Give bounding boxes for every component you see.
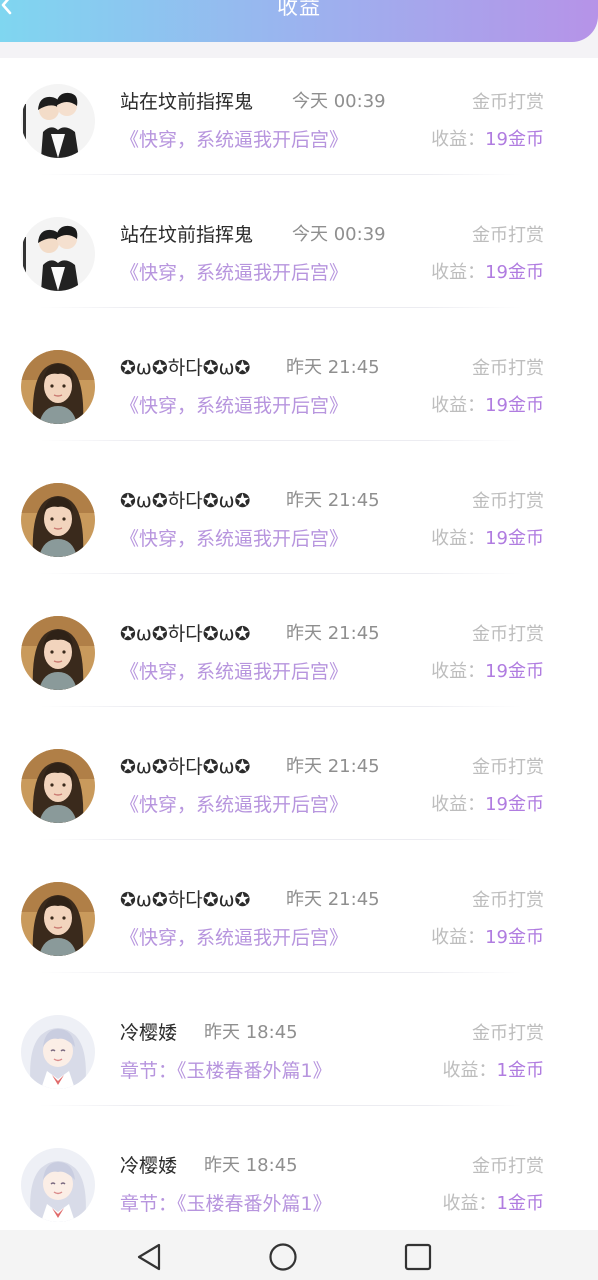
page-title: 收益 [277, 0, 321, 19]
user-name: 冷樱婑 [120, 1155, 178, 1177]
book-title-link[interactable]: 章节：《玉楼春番外篇1》 [120, 1058, 332, 1084]
avatar[interactable] [21, 217, 95, 291]
earnings-label: 收益： [431, 395, 486, 416]
earnings-value: 19金币 [485, 262, 544, 283]
avatar[interactable] [21, 1015, 95, 1089]
user-name: ✪ω✪하다✪ω✪ [120, 490, 251, 512]
system-nav-bar [0, 1230, 598, 1280]
book-title-link[interactable]: 《快穿，系统逼我开后宫》 [120, 393, 348, 419]
square-recents-icon[interactable] [403, 1242, 433, 1272]
list-item[interactable]: 冷樱婑 昨天 18:45 金币打赏章节：《玉楼春番外篇1》 收益：1金币 [0, 973, 598, 1106]
earnings-value: 19金币 [485, 927, 544, 948]
earnings: 收益：19金币 [431, 925, 544, 951]
earnings: 收益：1金币 [443, 1191, 544, 1217]
user-name: ✪ω✪하다✪ω✪ [120, 889, 251, 911]
user-name: ✪ω✪하다✪ω✪ [120, 756, 251, 778]
earnings-value: 19金币 [485, 661, 544, 682]
list-item[interactable]: 冷樱婑 昨天 18:45 金币打赏章节：《玉楼春番外篇1》 收益：1金币 [0, 1106, 598, 1230]
circle-home-icon[interactable] [268, 1242, 298, 1272]
timestamp: 昨天 21:45 [286, 490, 380, 511]
reward-type: 金币打赏 [472, 225, 544, 246]
timestamp: 昨天 21:45 [286, 357, 380, 378]
reward-type: 金币打赏 [472, 491, 544, 512]
earnings-value: 19金币 [485, 129, 544, 150]
avatar[interactable] [21, 1148, 95, 1222]
earnings: 收益：19金币 [431, 127, 544, 153]
timestamp: 今天 00:39 [292, 91, 386, 112]
list-item[interactable]: ✪ω✪하다✪ω✪ 昨天 21:45 金币打赏《快穿，系统逼我开后宫》 收益：19金币 [0, 574, 598, 707]
book-title-link[interactable]: 《快穿，系统逼我开后宫》 [120, 260, 348, 286]
reward-type: 金币打赏 [472, 92, 544, 113]
reward-type: 金币打赏 [472, 358, 544, 379]
book-title-link[interactable]: 《快穿，系统逼我开后宫》 [120, 925, 348, 951]
book-title-link[interactable]: 《快穿，系统逼我开后宫》 [120, 659, 348, 685]
timestamp: 昨天 21:45 [286, 756, 380, 777]
timestamp: 昨天 21:45 [286, 623, 380, 644]
triangle-back-icon[interactable] [134, 1242, 164, 1272]
user-name: 站在坟前指挥鬼 [120, 224, 254, 246]
earnings-label: 收益： [431, 794, 486, 815]
avatar[interactable] [21, 350, 95, 424]
earnings-value: 1金币 [496, 1193, 544, 1214]
avatar[interactable] [21, 483, 95, 557]
earnings: 收益：19金币 [431, 659, 544, 685]
book-title-link[interactable]: 《快穿，系统逼我开后宫》 [120, 127, 348, 153]
earnings-value: 1金币 [496, 1060, 544, 1081]
earnings-label: 收益： [431, 927, 486, 948]
earnings: 收益：19金币 [431, 792, 544, 818]
list-item[interactable]: 站在坟前指挥鬼 今天 00:39 金币打赏《快穿，系统逼我开后宫》 收益：19金币 [0, 175, 598, 308]
reward-type: 金币打赏 [472, 890, 544, 911]
book-title-link[interactable]: 章节：《玉楼春番外篇1》 [120, 1191, 332, 1217]
user-name: 冷樱婑 [120, 1022, 178, 1044]
timestamp: 昨天 18:45 [204, 1155, 298, 1176]
avatar[interactable] [21, 882, 95, 956]
earnings-label: 收益： [431, 528, 486, 549]
avatar[interactable] [21, 749, 95, 823]
earnings: 收益：19金币 [431, 526, 544, 552]
reward-type: 金币打赏 [472, 1023, 544, 1044]
reward-type: 金币打赏 [472, 1156, 544, 1177]
earnings-list: 站在坟前指挥鬼 今天 00:39 金币打赏 《快穿，系统逼我开后宫》 收益：19金币 站在… [0, 58, 598, 1230]
book-title-link[interactable]: 《快穿，系统逼我开后宫》 [120, 526, 348, 552]
user-name: ✪ω✪하다✪ω✪ [120, 623, 251, 645]
user-name: 站在坟前指挥鬼 [120, 91, 254, 113]
list-item[interactable]: ✪ω✪하다✪ω✪ 昨天 21:45 金币打赏《快穿，系统逼我开后宫》 收益：19金币 [0, 707, 598, 840]
user-name: ✪ω✪하다✪ω✪ [120, 357, 251, 379]
earnings: 收益：19金币 [431, 393, 544, 419]
list-item[interactable]: ✪ω✪하다✪ω✪ 昨天 21:45 金币打赏《快穿，系统逼我开后宫》 收益：19金币 [0, 441, 598, 574]
earnings-value: 19金币 [485, 794, 544, 815]
earnings: 收益：1金币 [443, 1058, 544, 1084]
earnings-label: 收益： [431, 661, 486, 682]
avatar[interactable] [21, 616, 95, 690]
reward-type: 金币打赏 [472, 624, 544, 645]
list-item[interactable]: 站在坟前指挥鬼 今天 00:39 金币打赏《快穿，系统逼我开后宫》 收益：19金币 [0, 58, 598, 175]
book-title-link[interactable]: 《快穿，系统逼我开后宫》 [120, 792, 348, 818]
earnings-value: 19金币 [485, 395, 544, 416]
header-bar: 收益 [0, 0, 598, 42]
timestamp: 昨天 18:45 [204, 1022, 298, 1043]
earnings-label: 收益： [442, 1060, 497, 1081]
earnings-label: 收益： [442, 1193, 497, 1214]
earnings: 收益：19金币 [431, 260, 544, 286]
earnings-value: 19金币 [485, 528, 544, 549]
list-item[interactable]: ✪ω✪하다✪ω✪ 昨天 21:45 金币打赏《快穿，系统逼我开后宫》 收益：19金币 [0, 840, 598, 973]
reward-type: 金币打赏 [472, 757, 544, 778]
earnings-label: 收益： [431, 129, 486, 150]
list-item[interactable]: ✪ω✪하다✪ω✪ 昨天 21:45 金币打赏《快穿，系统逼我开后宫》 收益：19金币 [0, 308, 598, 441]
avatar[interactable] [21, 84, 95, 158]
earnings-label: 收益： [431, 262, 486, 283]
timestamp: 今天 00:39 [292, 224, 386, 245]
timestamp: 昨天 21:45 [286, 889, 380, 910]
